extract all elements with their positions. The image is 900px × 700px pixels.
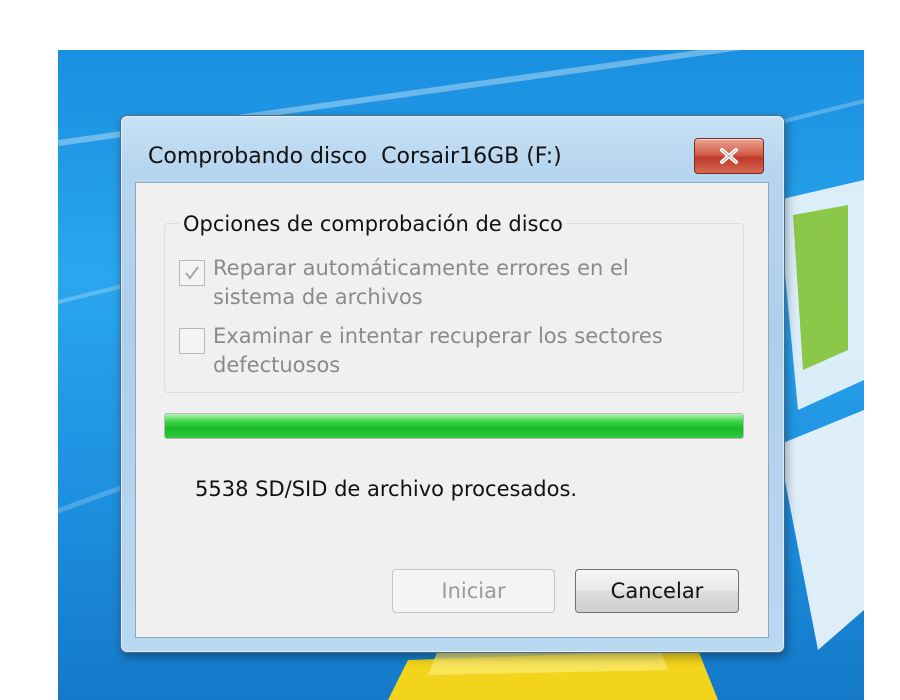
start-button[interactable]: Iniciar: [392, 569, 555, 613]
repair-errors-checkbox[interactable]: [179, 260, 205, 286]
dialog-title: Comprobando disco Corsair16GB (F:): [148, 144, 562, 169]
close-button[interactable]: [694, 138, 764, 174]
check-disk-dialog: Comprobando disco Corsair16GB (F:) Opcio…: [120, 115, 785, 653]
progress-bar: [164, 413, 744, 439]
group-legend: Opciones de comprobación de disco: [179, 212, 567, 236]
progress-bar-fill: [165, 414, 743, 438]
disk-check-options-group: Opciones de comprobación de disco Repara…: [164, 212, 744, 393]
recover-sectors-checkbox[interactable]: [179, 328, 205, 354]
cancel-button[interactable]: Cancelar: [575, 569, 739, 613]
close-x-icon: [720, 148, 738, 164]
dialog-client-area: Opciones de comprobación de disco Repara…: [135, 182, 769, 638]
repair-errors-label: Reparar automáticamente errores en el si…: [213, 256, 629, 309]
status-text: 5538 SD/SID de archivo procesados.: [195, 477, 578, 501]
recover-sectors-label: Examinar e intentar recuperar los sector…: [213, 324, 663, 377]
checkmark-icon: [185, 266, 199, 280]
